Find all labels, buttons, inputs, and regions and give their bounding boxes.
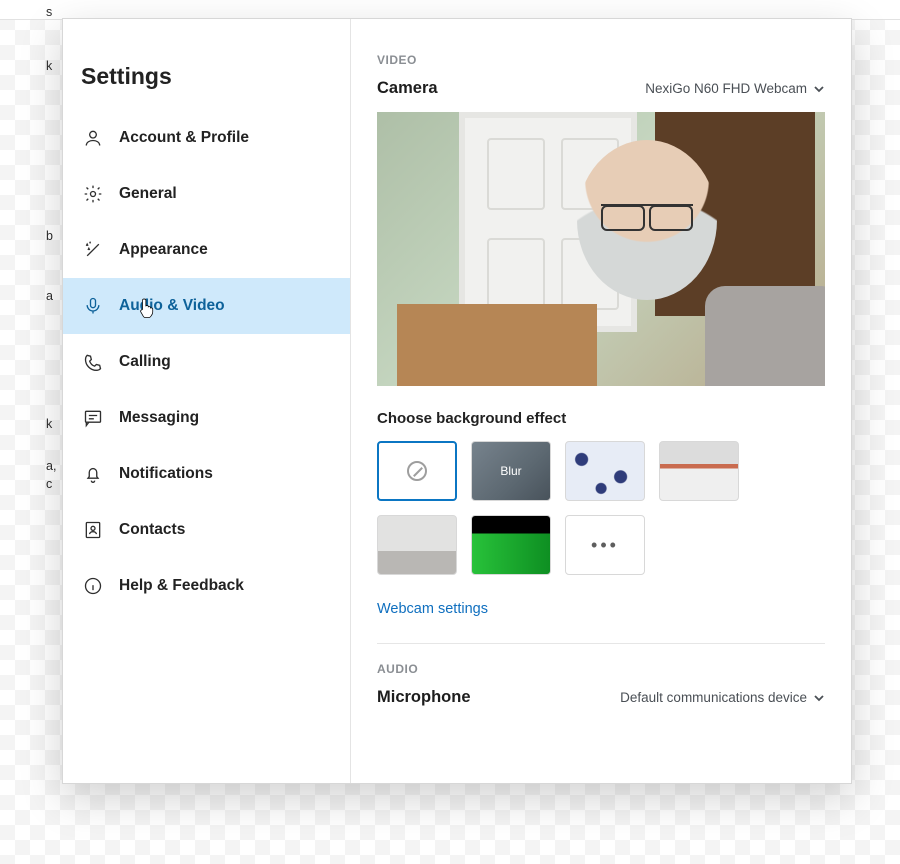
bg-text: s xyxy=(46,4,52,22)
sidebar-item-label: Account & Profile xyxy=(119,129,249,147)
sidebar-item-contacts[interactable]: Contacts xyxy=(63,502,350,558)
sidebar-item-label: Contacts xyxy=(119,521,185,539)
section-divider xyxy=(377,643,825,644)
bg-text: c xyxy=(46,476,52,494)
sidebar-item-label: Help & Feedback xyxy=(119,577,244,595)
sidebar-item-audio-video[interactable]: Audio & Video xyxy=(63,278,350,334)
sidebar-item-appearance[interactable]: Appearance xyxy=(63,222,350,278)
sidebar-item-messaging[interactable]: Messaging xyxy=(63,390,350,446)
info-icon xyxy=(81,574,105,598)
parent-window-strip xyxy=(0,0,900,20)
section-label-audio: AUDIO xyxy=(377,662,825,676)
bg-effect-arcade[interactable] xyxy=(471,515,551,575)
chevron-down-icon xyxy=(813,83,825,95)
section-label-video: VIDEO xyxy=(377,53,825,67)
sidebar-item-notifications[interactable]: Notifications xyxy=(63,446,350,502)
bg-text: b xyxy=(46,228,53,246)
gear-icon xyxy=(81,182,105,206)
webcam-settings-link[interactable]: Webcam settings xyxy=(377,601,488,617)
bg-effect-more[interactable]: ••• xyxy=(565,515,645,575)
sidebar-item-calling[interactable]: Calling xyxy=(63,334,350,390)
settings-sidebar: Settings Account & Profile General Appea… xyxy=(63,19,351,783)
bg-effect-pattern[interactable] xyxy=(565,441,645,501)
camera-select[interactable]: NexiGo N60 FHD Webcam xyxy=(645,81,825,96)
bg-effect-blur[interactable]: Blur xyxy=(471,441,551,501)
bg-text: a xyxy=(46,288,53,306)
sidebar-item-label: Notifications xyxy=(119,465,213,483)
camera-label: Camera xyxy=(377,79,438,98)
microphone-icon xyxy=(81,294,105,318)
bg-text: a, xyxy=(46,458,56,476)
settings-dialog: Settings Account & Profile General Appea… xyxy=(62,18,852,784)
none-icon xyxy=(407,461,427,481)
sidebar-item-label: Audio & Video xyxy=(119,297,225,315)
background-effect-heading: Choose background effect xyxy=(377,410,825,427)
bell-icon xyxy=(81,462,105,486)
wand-icon xyxy=(81,238,105,262)
person-icon xyxy=(81,126,105,150)
microphone-select-value: Default communications device xyxy=(620,690,807,705)
phone-icon xyxy=(81,350,105,374)
settings-content: VIDEO Camera NexiGo N60 FHD Webcam Choos xyxy=(351,19,851,783)
bg-effect-label: Blur xyxy=(500,464,521,478)
sidebar-item-general[interactable]: General xyxy=(63,166,350,222)
address-book-icon xyxy=(81,518,105,542)
microphone-select[interactable]: Default communications device xyxy=(620,690,825,705)
chat-icon xyxy=(81,406,105,430)
more-icon: ••• xyxy=(591,535,619,556)
sidebar-item-help-feedback[interactable]: Help & Feedback xyxy=(63,558,350,614)
sidebar-item-label: Appearance xyxy=(119,241,208,259)
bg-text: k xyxy=(46,58,52,76)
sidebar-item-account-profile[interactable]: Account & Profile xyxy=(63,110,350,166)
settings-title: Settings xyxy=(63,53,350,110)
microphone-label: Microphone xyxy=(377,688,471,707)
camera-select-value: NexiGo N60 FHD Webcam xyxy=(645,81,807,96)
bg-effect-loft[interactable] xyxy=(659,441,739,501)
bg-text: k xyxy=(46,416,52,434)
sidebar-item-label: General xyxy=(119,185,177,203)
sidebar-item-label: Messaging xyxy=(119,409,199,427)
camera-row: Camera NexiGo N60 FHD Webcam xyxy=(377,79,825,98)
chevron-down-icon xyxy=(813,692,825,704)
background-effect-grid: Blur ••• xyxy=(377,441,825,575)
bg-effect-room[interactable] xyxy=(377,515,457,575)
camera-preview xyxy=(377,112,825,386)
microphone-row: Microphone Default communications device xyxy=(377,688,825,707)
bg-effect-none[interactable] xyxy=(377,441,457,501)
sidebar-item-label: Calling xyxy=(119,353,171,371)
